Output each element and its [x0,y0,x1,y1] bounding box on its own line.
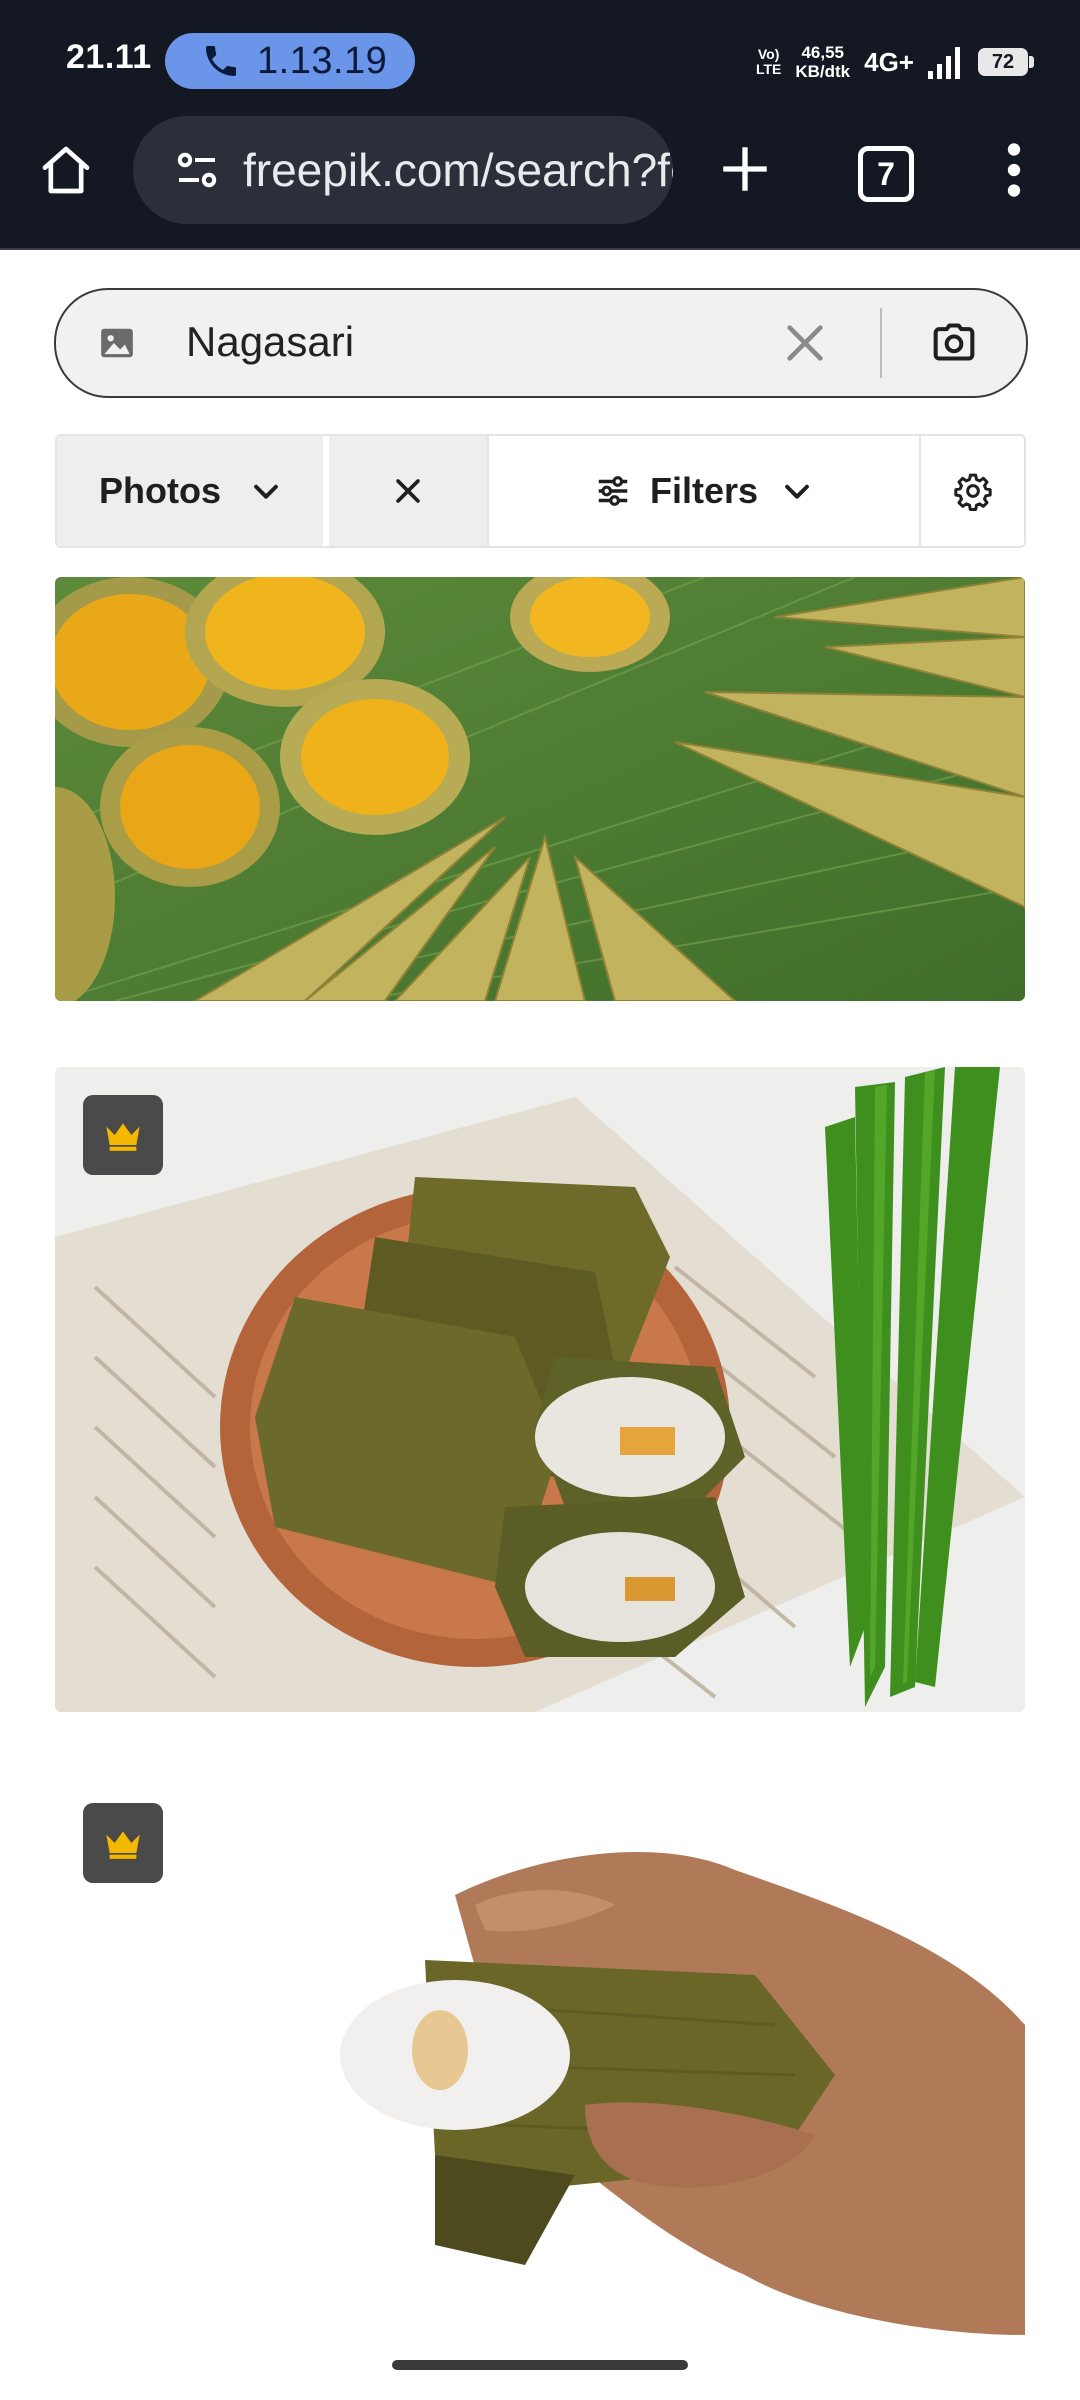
site-settings-icon[interactable] [173,146,221,194]
hand-holding-nagasari-photo [55,1775,1025,2335]
network-type: 4G+ [864,46,914,77]
status-bar: 21.11 1.13.19 Vo) LTE 46,55 KB/dtk 4G+ 7… [0,0,1080,118]
close-icon [396,479,420,503]
status-time: 21.11 [66,38,152,76]
search-bar[interactable]: Nagasari [54,288,1028,398]
tab-switcher-button[interactable]: 7 [858,146,914,202]
gear-icon [953,473,992,511]
sliders-icon [598,476,628,506]
chevron-down-icon [254,484,278,499]
premium-badge [83,1095,163,1175]
chevron-down-icon [785,484,809,499]
search-divider [880,308,882,378]
settings-button[interactable] [921,436,1024,546]
gesture-navigation-bar[interactable] [392,2360,688,2370]
asset-type-label: Photos [99,470,221,511]
camera-search-icon[interactable] [932,320,976,364]
volte-bottom: LTE [755,61,782,77]
filters-button[interactable]: Filters [489,436,921,546]
nagasari-plate-photo [55,1067,1025,1712]
status-indicators: Vo) LTE 46,55 KB/dtk 4G+ 72 [756,38,1034,86]
result-image-1[interactable] [55,577,1025,1001]
tab-count: 7 [877,155,895,192]
battery-level: 72 [991,50,1015,73]
signal-icon [928,47,960,79]
home-icon[interactable] [38,142,94,198]
network-speed-unit: KB/dtk [795,62,851,81]
volte-indicator: Vo) LTE [756,47,781,77]
clear-asset-type-button[interactable] [329,436,489,546]
network-speed-value: 46,55 [801,43,844,62]
clear-search-icon[interactable] [782,320,828,366]
result-image-2[interactable] [55,1067,1025,1712]
more-menu-icon[interactable] [1000,142,1028,198]
new-tab-icon[interactable] [716,140,774,198]
filters-label: Filters [649,470,759,511]
crown-icon [106,1831,140,1859]
filter-row: Photos Filters [55,434,1026,548]
asset-type-dropdown[interactable]: Photos [57,436,323,546]
url-text[interactable]: freepik.com/search?format=search&query=N… [243,143,673,197]
premium-badge [83,1803,163,1883]
search-input[interactable]: Nagasari [186,318,354,366]
image-icon [101,328,133,358]
address-bar[interactable]: freepik.com/search?format=search&query=N… [133,116,673,224]
crown-icon [106,1123,140,1151]
battery-icon: 72 [978,48,1034,76]
network-speed: 46,55 KB/dtk [795,43,850,81]
call-timer: 1.13.19 [257,39,388,82]
result-image-3[interactable] [55,1775,1025,2335]
ongoing-call-chip[interactable]: 1.13.19 [165,33,415,89]
nagasari-banana-leaf-photo [55,577,1025,1001]
volte-top: Vo) [757,46,780,62]
phone-icon [206,46,236,76]
